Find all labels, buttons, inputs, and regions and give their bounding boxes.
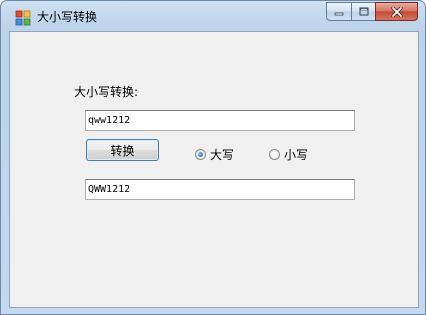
form-client-area [9,31,419,308]
title-bar[interactable]: 大小写转换 [1,1,425,31]
caption-buttons [326,2,418,22]
minimize-icon [334,12,344,15]
close-button[interactable] [375,2,418,21]
convert-button[interactable]: 转换 [86,139,159,161]
close-icon [390,6,403,17]
radio-lowercase-label: 小写 [284,147,309,162]
radio-uppercase-indicator[interactable] [195,148,206,160]
maximize-button[interactable] [351,2,376,21]
radio-uppercase-label: 大写 [210,147,235,162]
maximize-icon [359,7,368,16]
output-textbox[interactable] [85,179,355,200]
radio-lowercase-indicator[interactable] [269,148,280,160]
app-forms-icon [15,10,31,26]
window-title: 大小写转换 [37,10,98,24]
radio-uppercase[interactable]: 大写 [195,147,235,162]
radio-lowercase[interactable]: 小写 [269,147,309,162]
minimize-button[interactable] [326,2,352,21]
input-textbox[interactable] [85,110,355,131]
form-label: 大小写转换: [74,85,139,99]
